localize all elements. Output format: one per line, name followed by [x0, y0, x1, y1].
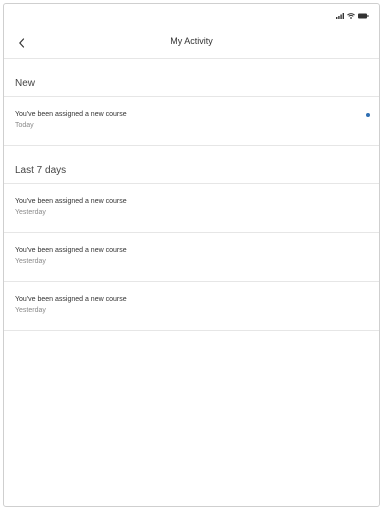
- activity-item-title: You've been assigned a new course: [15, 247, 127, 254]
- activity-item-time: Yesterday: [15, 258, 46, 265]
- page-title: My Activity: [170, 36, 213, 46]
- unread-dot-icon: [366, 113, 370, 117]
- wifi-icon: [347, 13, 355, 19]
- nav-bar: My Activity: [4, 28, 379, 59]
- section-header: New: [4, 59, 379, 97]
- status-icons: [336, 13, 369, 19]
- activity-item-title: You've been assigned a new course: [15, 198, 127, 205]
- activity-item-time: Today: [15, 122, 34, 129]
- signal-icon: [336, 13, 344, 19]
- status-bar: [4, 4, 379, 28]
- activity-item-time: Yesterday: [15, 307, 46, 314]
- activity-item-title: You've been assigned a new course: [15, 296, 127, 303]
- battery-icon: [358, 13, 369, 19]
- activity-item[interactable]: You've been assigned a new course Yester…: [4, 184, 379, 233]
- section-header: Last 7 days: [4, 146, 379, 184]
- activity-item[interactable]: You've been assigned a new course Yester…: [4, 233, 379, 282]
- device-frame: My Activity New You've been assigned a n…: [3, 3, 380, 507]
- activity-item-time: Yesterday: [15, 209, 46, 216]
- section-new: New You've been assigned a new course To…: [4, 59, 379, 146]
- activity-item[interactable]: You've been assigned a new course Today: [4, 97, 379, 146]
- section-last-7-days: Last 7 days You've been assigned a new c…: [4, 146, 379, 331]
- activity-item-title: You've been assigned a new course: [15, 111, 127, 118]
- activity-item[interactable]: You've been assigned a new course Yester…: [4, 282, 379, 331]
